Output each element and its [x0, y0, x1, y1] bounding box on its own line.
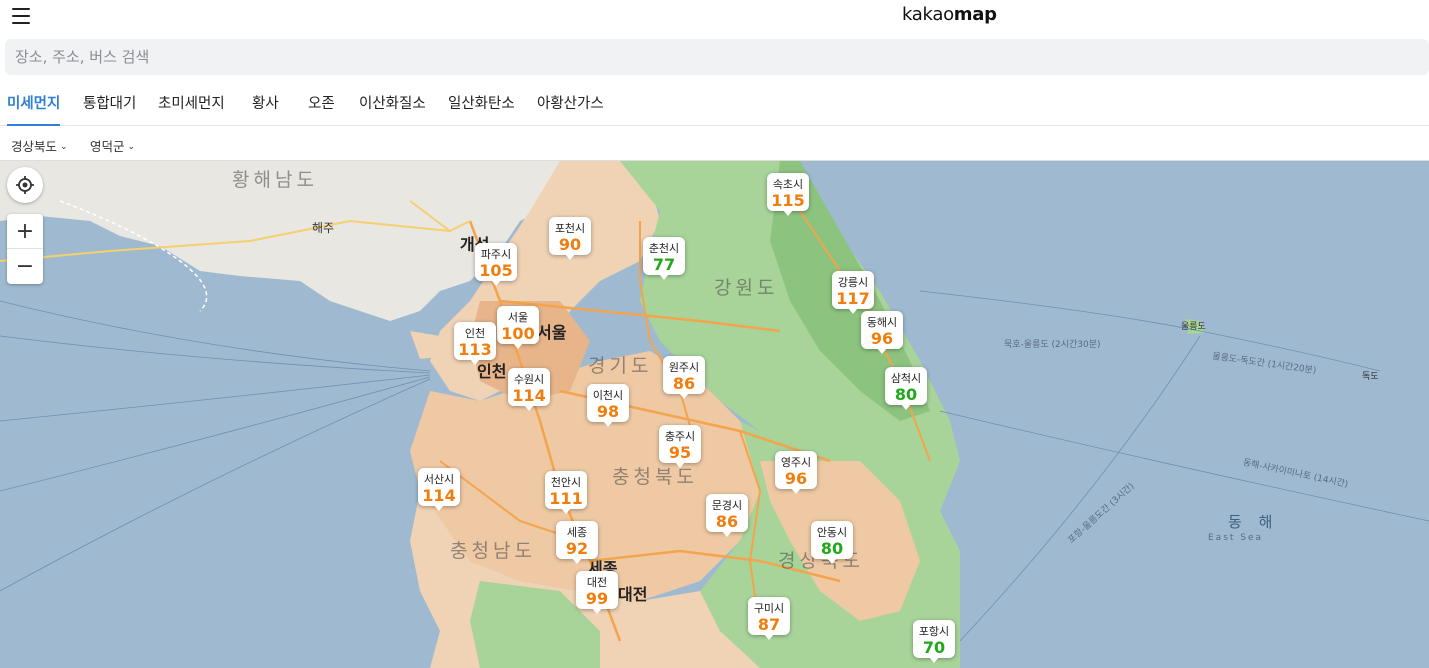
search-input[interactable] [5, 39, 1429, 75]
region-label-hwanghae: 황해남도 [232, 169, 318, 191]
tab-yellow-dust[interactable]: 황사 [252, 92, 279, 113]
station-marker-seosan[interactable]: 서산시 114 [418, 468, 460, 511]
station-marker-pocheon[interactable]: 포천시 90 [549, 217, 591, 260]
station-marker-icheon[interactable]: 이천시 98 [587, 384, 629, 427]
ferry-route-label-1: 묵호-울릉도 (2시간30분) [1004, 340, 1101, 350]
map-canvas[interactable]: 황해남도 강원도 경기도 충청북도 충청남도 경상북도 개성 서울 인천 세종 … [0, 161, 1429, 668]
station-marker-wonju[interactable]: 원주시 86 [663, 356, 705, 399]
station-marker-gumi[interactable]: 구미시 87 [748, 597, 790, 640]
city-label-daejeon: 대전 [618, 585, 648, 604]
station-marker-suwon[interactable]: 수원시 114 [508, 368, 550, 411]
top-bar: kakaomap [0, 0, 1429, 38]
city-label-haeju: 해주 [312, 221, 335, 235]
sea-label-east-sea-en: East Sea [1208, 533, 1264, 543]
station-marker-donghae[interactable]: 동해시 96 [861, 311, 903, 354]
zoom-control: + − [7, 214, 43, 284]
station-marker-seoul[interactable]: 서울 100 [497, 306, 539, 349]
zoom-out-icon[interactable]: − [7, 249, 43, 284]
station-marker-sejong[interactable]: 세종 92 [556, 521, 598, 564]
gps-icon[interactable] [7, 167, 43, 203]
province-label: 경상북도 [11, 139, 58, 154]
station-marker-pohang[interactable]: 포항시 70 [913, 620, 955, 663]
kakaomap-logo[interactable]: kakaomap [902, 4, 997, 25]
station-marker-gangneung[interactable]: 강릉시 117 [832, 271, 874, 314]
station-marker-chungju[interactable]: 충주시 95 [659, 425, 701, 468]
tab-pm10[interactable]: 미세먼지 [7, 92, 61, 126]
island-label-dokdo: 독도 [1362, 372, 1379, 382]
province-select[interactable]: 경상북도 ⌄ [11, 136, 68, 155]
menu-icon[interactable] [12, 6, 32, 24]
region-label-chungbuk: 충청북도 [612, 466, 698, 488]
chevron-down-icon: ⌄ [60, 142, 68, 152]
station-marker-sokcho[interactable]: 속초시 115 [767, 173, 809, 216]
tab-co[interactable]: 일산화탄소 [448, 92, 515, 113]
tab-cai[interactable]: 통합대기 [83, 92, 136, 113]
search-bar[interactable] [5, 39, 1429, 75]
island-label-ulleungdo: 울릉도 [1181, 322, 1206, 332]
tab-no2[interactable]: 이산화질소 [359, 92, 426, 113]
station-marker-mungyeong[interactable]: 문경시 86 [706, 494, 748, 537]
county-select[interactable]: 영덕군 ⌄ [90, 136, 135, 155]
county-label: 영덕군 [90, 139, 125, 154]
city-label-seoul: 서울 [537, 323, 567, 342]
region-filters: 경상북도 ⌄ 영덕군 ⌄ [0, 127, 1429, 161]
region-label-gyeonggi: 경기도 [588, 355, 653, 377]
station-marker-samcheok[interactable]: 삼척시 80 [885, 367, 927, 410]
tab-pm25[interactable]: 초미세먼지 [158, 92, 225, 113]
station-marker-cheonan[interactable]: 천안시 111 [545, 471, 587, 514]
station-marker-incheon[interactable]: 인천 113 [454, 322, 496, 365]
station-marker-andong[interactable]: 안동시 80 [811, 521, 853, 564]
pollutant-tabs: 미세먼지 통합대기 초미세먼지 황사 오존 이산화질소 일산화탄소 아황산가스 [0, 80, 1429, 126]
station-marker-chuncheon[interactable]: 춘천시 77 [643, 237, 685, 280]
chevron-down-icon: ⌄ [127, 142, 136, 152]
region-label-gangwon: 강원도 [714, 277, 779, 299]
map-base-layer [0, 161, 1429, 668]
region-label-chungnam: 충청남도 [450, 540, 536, 562]
station-marker-paju[interactable]: 파주시 105 [475, 243, 517, 286]
station-marker-daejeon[interactable]: 대전 99 [576, 571, 618, 614]
zoom-in-icon[interactable]: + [7, 214, 43, 249]
tab-ozone[interactable]: 오존 [308, 92, 335, 113]
sea-label-east-sea: 동 해 [1228, 513, 1279, 531]
tab-so2[interactable]: 아황산가스 [537, 92, 604, 113]
city-label-incheon: 인천 [477, 362, 507, 381]
station-marker-yeongju[interactable]: 영주시 96 [775, 451, 817, 494]
